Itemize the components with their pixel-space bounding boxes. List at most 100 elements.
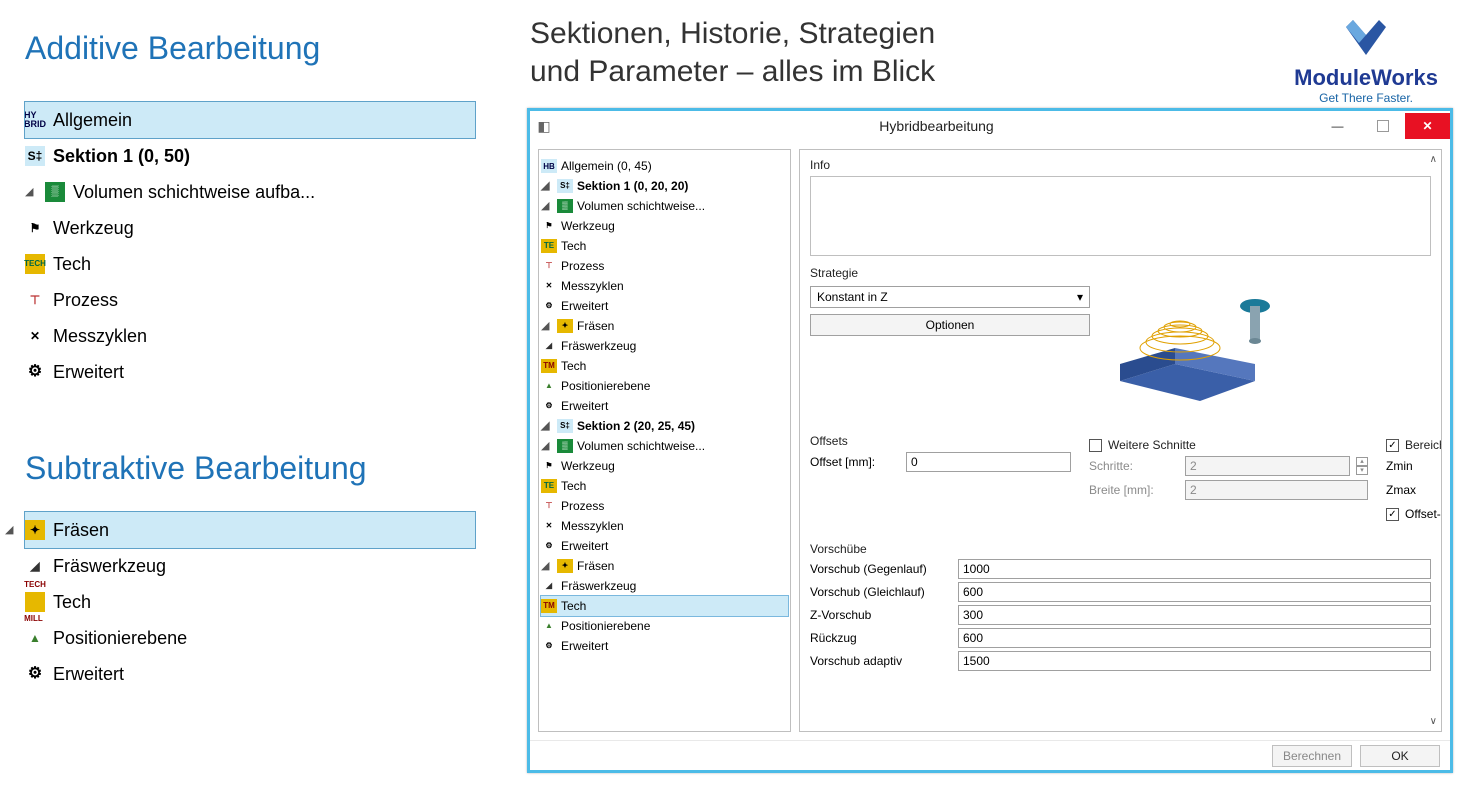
logo: ModuleWorks Get There Faster.	[1294, 15, 1438, 105]
bereich-checkbox[interactable]: ✓	[1386, 439, 1399, 452]
section-icon: S‡	[25, 146, 45, 166]
tree-row-allgemein[interactable]: HYBRID Allgemein	[25, 102, 475, 138]
tech-icon: TECH	[25, 254, 45, 274]
tree-item-tech1[interactable]: TETech	[541, 236, 788, 256]
breite-row: Breite [mm]:	[1089, 480, 1368, 500]
caret-icon: ◢	[541, 417, 553, 435]
tree-item-vol1[interactable]: ◢▒Volumen schichtweise...	[541, 196, 788, 216]
label: Fräswerkzeug	[53, 549, 166, 583]
tree-row-volumen[interactable]: ◢ ▒ Volumen schichtweise aufba...	[25, 174, 475, 210]
titlebar[interactable]: ◧ Hybridbearbeitung — ✕	[530, 111, 1450, 141]
gear-icon: ⚙	[541, 639, 557, 653]
additive-title: Additive Bearbeitung	[25, 30, 475, 67]
info-textarea[interactable]	[810, 176, 1431, 256]
tree-row-werkzeug[interactable]: ⚑ Werkzeug	[25, 210, 475, 246]
label: Positionierebene	[53, 621, 187, 655]
caret-icon: ◢	[541, 437, 553, 455]
tree-item-tech2[interactable]: TETech	[541, 476, 788, 496]
tree-row-fraeswerkzeug[interactable]: ◢ Fräswerkzeug	[25, 548, 475, 584]
tree-item-werkzeug1[interactable]: ⚑Werkzeug	[541, 216, 788, 236]
tree-row-tech[interactable]: TECH Tech	[25, 246, 475, 282]
position-icon: ▲	[541, 619, 557, 633]
feed-z-input[interactable]	[958, 605, 1431, 625]
tree-subtractive: ◢ ✦ Fräsen ◢ Fräswerkzeug TECHMILL Tech …	[25, 512, 475, 692]
tree-item-vol2[interactable]: ◢▒Volumen schichtweise...	[541, 436, 788, 456]
more-cuts-checkbox[interactable]	[1089, 439, 1102, 452]
spinner: ▴▾	[1356, 457, 1368, 475]
feed-adaptiv-input[interactable]	[958, 651, 1431, 671]
feed-gegenlauf-input[interactable]	[958, 559, 1431, 579]
caret-icon: ◢	[541, 177, 553, 195]
strategy-combo[interactable]: Konstant in Z ▾	[810, 286, 1090, 308]
scroll-up-icon[interactable]: ∧	[1430, 154, 1437, 165]
caret-icon: ◢	[541, 557, 553, 575]
label: Fräsen	[53, 513, 109, 547]
label: Werkzeug	[53, 211, 134, 245]
feeds-label: Vorschübe	[810, 542, 1431, 556]
tree-item-fraeswk1[interactable]: ◢Fräswerkzeug	[541, 336, 788, 356]
position-icon: ▲	[25, 628, 45, 648]
tree-row-sektion1[interactable]: S‡ Sektion 1 (0, 50)	[25, 138, 475, 174]
info-label: Info	[810, 158, 1431, 172]
gear-icon: ⚙	[25, 362, 45, 382]
volume-icon: ▒	[557, 199, 573, 213]
label: Allgemein	[53, 103, 132, 137]
tree-item-fraesen2[interactable]: ◢✦Fräsen	[541, 556, 788, 576]
tree-item-prozess1[interactable]: ⊤Prozess	[541, 256, 788, 276]
offseterw-checkbox[interactable]: ✓	[1386, 508, 1399, 521]
tree-row-erweitert2[interactable]: ⚙ Erweitert	[25, 656, 475, 692]
tree-row-prozess[interactable]: ⊤ Prozess	[25, 282, 475, 318]
volume-icon: ▒	[45, 182, 65, 202]
calc-button[interactable]: Berechnen	[1272, 745, 1352, 767]
close-button[interactable]: ✕	[1405, 113, 1450, 139]
tree-additive: HYBRID Allgemein S‡ Sektion 1 (0, 50) ◢ …	[25, 102, 475, 390]
tree-item-pos1[interactable]: ▲Positionierebene	[541, 376, 788, 396]
position-icon: ▲	[541, 379, 557, 393]
maximize-button[interactable]	[1360, 113, 1405, 139]
tree-item-fraeswk2[interactable]: ◢Fräswerkzeug	[541, 576, 788, 596]
tree-item-erw2b[interactable]: ⚙Erweitert	[541, 636, 788, 656]
milltool-icon: ◢	[541, 339, 557, 353]
tree-item-sek2[interactable]: ◢S‡Sektion 2 (20, 25, 45)	[541, 416, 788, 436]
tree-item-fraesen1[interactable]: ◢✦Fräsen	[541, 316, 788, 336]
tool-icon: ⚑	[25, 218, 45, 238]
mill-icon: ✦	[557, 559, 573, 573]
feed-gleichlauf-input[interactable]	[958, 582, 1431, 602]
tree-item-techmill2-selected[interactable]: TMTech	[541, 596, 788, 616]
form-panel: ∧ ∨ Info Strategie Konstant in Z ▾ Optio…	[799, 149, 1442, 732]
tree-item-prozess2[interactable]: ⊤Prozess	[541, 496, 788, 516]
schritte-input	[1185, 456, 1350, 476]
label: Erweitert	[53, 657, 124, 691]
offset-mm-input[interactable]	[906, 452, 1071, 472]
tree-row-erweitert[interactable]: ⚙ Erweitert	[25, 354, 475, 390]
tree-item-mess1[interactable]: ✕Messzyklen	[541, 276, 788, 296]
tree-item-erw1[interactable]: ⚙Erweitert	[541, 296, 788, 316]
label: Tech	[53, 247, 91, 281]
process-icon: ⊤	[25, 290, 45, 310]
tool-icon: ⚑	[541, 219, 557, 233]
strategy-label: Strategie	[810, 266, 1431, 280]
scroll-down-icon[interactable]: ∨	[1430, 716, 1437, 727]
tree-item-erw1b[interactable]: ⚙Erweitert	[541, 396, 788, 416]
tree-row-tech-mill[interactable]: TECHMILL Tech	[25, 584, 475, 620]
gear-icon: ⚙	[541, 299, 557, 313]
ok-button[interactable]: OK	[1360, 745, 1440, 767]
tree-row-fraesen[interactable]: ◢ ✦ Fräsen	[25, 512, 475, 548]
tree-row-messzyklen[interactable]: ✕ Messzyklen	[25, 318, 475, 354]
tree-item-werkzeug2[interactable]: ⚑Werkzeug	[541, 456, 788, 476]
tree-item-sek1[interactable]: ◢S‡Sektion 1 (0, 20, 20)	[541, 176, 788, 196]
rueckzug-input[interactable]	[958, 628, 1431, 648]
measure-icon: ✕	[541, 279, 557, 293]
tree-row-position[interactable]: ▲ Positionierebene	[25, 620, 475, 656]
minimize-button[interactable]: —	[1315, 113, 1360, 139]
tree-item-mess2[interactable]: ✕Messzyklen	[541, 516, 788, 536]
tree-item-erw2[interactable]: ⚙Erweitert	[541, 536, 788, 556]
options-button[interactable]: Optionen	[810, 314, 1090, 336]
offsets-label: Offsets	[810, 434, 1071, 448]
caret-icon: ◢	[541, 317, 553, 335]
tree-item-techmill1[interactable]: TMTech	[541, 356, 788, 376]
tree-item-allgemein[interactable]: HBAllgemein (0, 45)	[541, 156, 788, 176]
tree-item-pos2[interactable]: ▲Positionierebene	[541, 616, 788, 636]
tree-panel[interactable]: HBAllgemein (0, 45) ◢S‡Sektion 1 (0, 20,…	[538, 149, 791, 732]
label: Sektion 1 (0, 50)	[53, 139, 190, 173]
